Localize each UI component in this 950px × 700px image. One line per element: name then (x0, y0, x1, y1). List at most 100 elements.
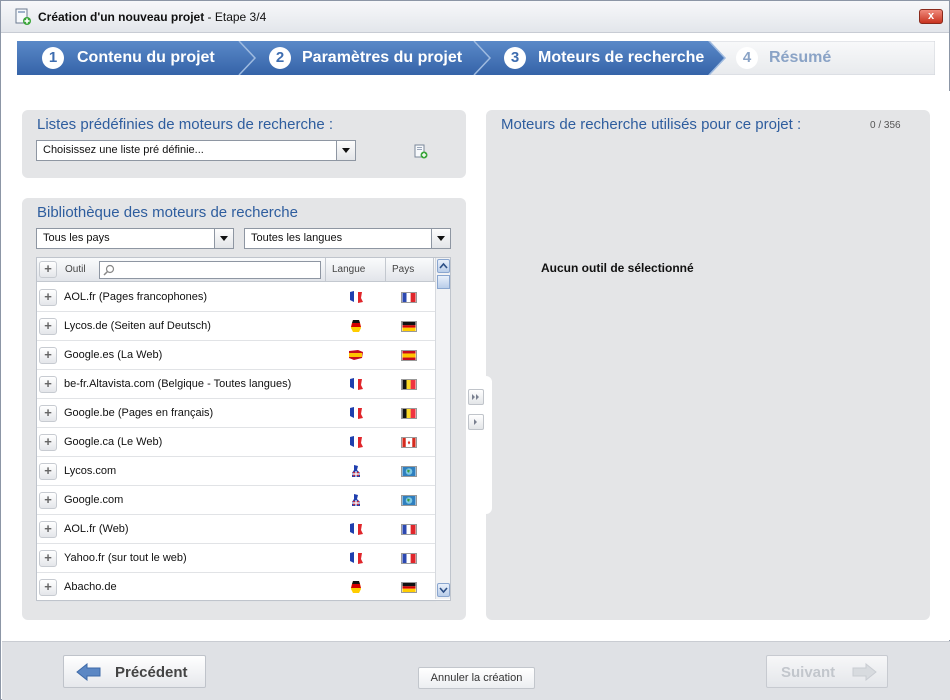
step-number: 3 (504, 47, 526, 69)
column-language[interactable]: Langue (332, 264, 365, 275)
table-scrollbar[interactable] (435, 258, 450, 599)
engine-name: Google.es (La Web) (64, 349, 163, 361)
country-flag-icon (401, 408, 417, 419)
language-flag-icon (350, 436, 363, 448)
arrow-right-icon (474, 419, 477, 425)
language-flag-icon (350, 291, 363, 303)
country-flag-icon (401, 466, 417, 477)
country-flag-icon (401, 582, 417, 593)
used-engines-panel: Moteurs de recherche utilisés pour ce pr… (486, 110, 930, 620)
language-flag-icon (349, 350, 363, 360)
engine-name: be-fr.Altavista.com (Belgique - Toutes l… (64, 378, 292, 390)
step-label: Résumé (769, 49, 832, 66)
chevron-down-icon (214, 229, 233, 248)
table-row[interactable]: + Lycos.com (37, 457, 436, 486)
table-row[interactable]: + be-fr.Altavista.com (Belgique - Toutes … (37, 370, 436, 399)
table-row[interactable]: + Google.ca (Le Web) (37, 428, 436, 457)
title-bar: Création d'un nouveau projet - Etape 3/4… (1, 1, 949, 33)
footer-bar: Précédent Annuler la création Suivant (2, 641, 950, 700)
predefined-lists-panel: Listes prédéfinies de moteurs de recherc… (22, 110, 466, 178)
add-list-icon[interactable] (414, 144, 428, 160)
add-all-button[interactable]: + (39, 261, 57, 278)
arrow-left-icon (76, 663, 101, 681)
step-number: 2 (269, 47, 291, 69)
add-engine-button[interactable]: + (39, 434, 57, 451)
engine-name: Yahoo.fr (sur tout le web) (64, 552, 187, 564)
chevron-up-icon (439, 262, 448, 269)
table-header: + Outil Langue Pays (37, 258, 436, 282)
panel-notch (486, 376, 492, 514)
engine-name: Abacho.de (64, 581, 117, 593)
engine-name: AOL.fr (Web) (64, 523, 129, 535)
add-engine-button[interactable]: + (39, 579, 57, 596)
add-engine-button[interactable]: + (39, 521, 57, 538)
wizard-steps: 1 Contenu du projet 2 Paramètres du proj… (17, 41, 935, 75)
table-row[interactable]: + Google.es (La Web) (37, 341, 436, 370)
library-panel: Bibliothèque des moteurs de recherche To… (22, 198, 466, 620)
scroll-up-button[interactable] (437, 259, 450, 273)
add-engine-button[interactable]: + (39, 550, 57, 567)
table-row[interactable]: + Google.be (Pages en français) (37, 399, 436, 428)
country-flag-icon (401, 524, 417, 535)
new-project-icon (15, 8, 31, 25)
table-row[interactable]: + Google.com (37, 486, 436, 515)
step-label: Paramètres du projet (302, 49, 463, 66)
add-engine-button[interactable]: + (39, 289, 57, 306)
scroll-thumb[interactable] (437, 275, 450, 289)
language-flag-icon (352, 494, 360, 506)
cancel-creation-button[interactable]: Annuler la création (418, 667, 535, 689)
add-engine-button[interactable]: + (39, 347, 57, 364)
empty-selection-message: Aucun outil de sélectionné (541, 261, 694, 275)
language-filter-select[interactable]: Toutes les langues (244, 228, 451, 249)
table-row[interactable]: + AOL.fr (Pages francophones) (37, 283, 436, 312)
add-engine-button[interactable]: + (39, 405, 57, 422)
table-row[interactable]: + Lycos.de (Seiten auf Deutsch) (37, 312, 436, 341)
column-separator (385, 258, 386, 282)
country-flag-icon (401, 495, 417, 506)
tool-search-input[interactable] (99, 261, 321, 279)
table-row[interactable]: + Abacho.de (37, 573, 436, 602)
column-tool: Outil (65, 264, 86, 275)
country-flag-icon (401, 321, 417, 332)
language-flag-icon (351, 320, 361, 332)
language-flag-icon (350, 523, 363, 535)
column-separator (325, 258, 326, 282)
content-area: Listes prédéfinies de moteurs de recherc… (2, 91, 950, 640)
wizard-window: Création d'un nouveau projet - Etape 3/4… (0, 0, 950, 700)
engine-name: Google.ca (Le Web) (64, 436, 163, 448)
table-row[interactable]: + Yahoo.fr (sur tout le web) (37, 544, 436, 573)
step-label: Contenu du projet (77, 49, 215, 66)
add-engine-button[interactable]: + (39, 318, 57, 335)
arrow-right-icon (852, 663, 877, 681)
double-arrow-right-icon (472, 394, 479, 400)
close-button[interactable]: x (919, 9, 943, 24)
engine-name: Lycos.com (64, 465, 117, 477)
next-button[interactable]: Suivant (766, 655, 888, 688)
engine-name: Google.be (Pages en français) (64, 407, 214, 419)
table-row[interactable]: + AOL.fr (Web) (37, 515, 436, 544)
used-engines-title: Moteurs de recherche utilisés pour ce pr… (501, 116, 802, 133)
chevron-down-icon (431, 229, 450, 248)
language-flag-icon (350, 407, 363, 419)
column-country[interactable]: Pays (392, 264, 414, 275)
chevron-down-icon (336, 141, 355, 160)
add-engine-button[interactable]: + (39, 463, 57, 480)
chevron-down-icon (439, 587, 448, 594)
language-flag-icon (350, 378, 363, 390)
country-flag-icon (401, 292, 417, 303)
country-flag-icon (401, 553, 417, 564)
add-arrow-button[interactable] (468, 414, 484, 430)
add-engine-button[interactable]: + (39, 376, 57, 393)
add-engine-button[interactable]: + (39, 492, 57, 509)
search-icon (103, 264, 115, 276)
used-engines-counter: 0 / 356 (870, 120, 901, 131)
scroll-down-button[interactable] (437, 583, 450, 597)
language-flag-icon (350, 552, 363, 564)
predefined-list-select[interactable]: Choisissez une liste pré définie... (36, 140, 356, 161)
country-filter-select[interactable]: Tous les pays (36, 228, 234, 249)
step-label: Moteurs de recherche (538, 49, 705, 66)
previous-button[interactable]: Précédent (63, 655, 206, 688)
add-all-arrow-button[interactable] (468, 389, 484, 405)
predefined-lists-title: Listes prédéfinies de moteurs de recherc… (37, 116, 333, 133)
language-flag-icon (351, 581, 361, 593)
